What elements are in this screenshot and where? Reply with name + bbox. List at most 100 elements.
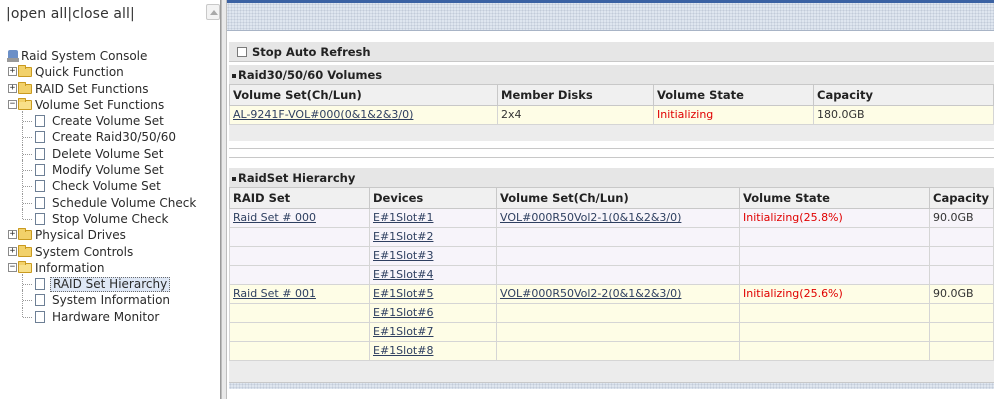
raid-set-link[interactable]: Raid Set # 000 — [233, 211, 316, 224]
tree-item-check-volume-set[interactable]: Check Volume Set — [8, 176, 220, 195]
tree-item-hardware-monitor[interactable]: Hardware Monitor — [8, 306, 220, 325]
open-all-link[interactable]: open all — [11, 6, 68, 22]
collapse-minus-icon[interactable]: − — [8, 99, 17, 109]
device-link[interactable]: E#1Slot#7 — [373, 325, 433, 338]
device-cell[interactable]: E#1Slot#5 — [369, 283, 497, 304]
tree-information[interactable]: − Information — [8, 260, 220, 276]
volume-cell — [496, 302, 740, 323]
device-link[interactable]: E#1Slot#5 — [373, 287, 433, 300]
device-link[interactable]: E#1Slot#6 — [373, 306, 433, 319]
device-cell[interactable]: E#1Slot#2 — [369, 226, 497, 247]
volume-cell[interactable]: AL-9241F-VOL#000(0&1&2&3/0) — [229, 104, 498, 125]
raid-set-cell[interactable]: Raid Set # 000 — [229, 207, 370, 228]
bottom-divider — [229, 382, 994, 389]
tree-guide — [22, 160, 23, 179]
expand-plus-icon[interactable]: + — [8, 67, 17, 77]
page-icon — [35, 147, 45, 160]
folder-icon — [18, 81, 32, 94]
volume-cell — [496, 264, 740, 285]
device-cell[interactable]: E#1Slot#4 — [369, 264, 497, 285]
capacity-cell: 180.0GB — [813, 104, 994, 125]
device-cell[interactable]: E#1Slot#6 — [369, 302, 497, 323]
device-link[interactable]: E#1Slot#1 — [373, 211, 433, 224]
volume-link[interactable]: VOL#000R50Vol2-2(0&1&2&3/0) — [500, 287, 681, 300]
tree-toolbar: |open all|close all| — [0, 0, 220, 28]
open-folder-icon — [18, 260, 32, 273]
tree-raid-set-functions[interactable]: + RAID Set Functions — [8, 81, 220, 97]
expand-plus-icon[interactable]: + — [8, 246, 17, 256]
expand-plus-icon[interactable]: + — [8, 83, 17, 93]
refresh-panel: Stop Auto Refresh — [229, 42, 994, 62]
tree-item-modify-volume-set[interactable]: Modify Volume Set — [8, 160, 220, 179]
page-icon — [35, 115, 45, 128]
volume-cell — [496, 321, 740, 342]
tree-label: Create Volume Set — [52, 114, 164, 129]
volume-state-cell — [739, 226, 930, 247]
tree-quick-function[interactable]: + Quick Function — [8, 64, 220, 80]
volume-state-cell — [739, 245, 930, 266]
scroll-up-arrow[interactable] — [206, 4, 220, 20]
volume-cell — [496, 245, 740, 266]
tree-item-raid-set-hierarchy[interactable]: RAID Set Hierarchy — [8, 274, 220, 293]
tree-guide — [22, 208, 23, 219]
menu-tree: Raid System Console + Quick Function + R… — [7, 48, 220, 325]
raid-set-cell — [229, 245, 370, 266]
open-close-links: |open all|close all| — [6, 6, 135, 22]
column-header: Volume Set(Ch/Lun) — [496, 188, 740, 209]
capacity-cell — [929, 340, 994, 361]
table-row: Raid Set # 000 E#1Slot#1 VOL#000R50Vol2-… — [229, 207, 994, 228]
tree-guide — [22, 111, 23, 130]
tree-label: Stop Volume Check — [52, 211, 169, 226]
table-row: E#1Slot#7 — [229, 321, 994, 342]
tree-system-controls[interactable]: + System Controls — [8, 244, 220, 260]
tree-label: Volume Set Functions — [35, 97, 165, 112]
tree-guide — [23, 121, 32, 123]
expand-plus-icon[interactable]: + — [8, 230, 17, 240]
volume-cell[interactable]: VOL#000R50Vol2-2(0&1&2&3/0) — [496, 283, 740, 304]
device-link[interactable]: E#1Slot#8 — [373, 344, 433, 357]
raid-set-link[interactable]: Raid Set # 001 — [233, 287, 316, 300]
stop-auto-refresh-label: Stop Auto Refresh — [252, 45, 371, 59]
tree-item-create-volume-set[interactable]: Create Volume Set — [8, 111, 220, 130]
raid-set-cell[interactable]: Raid Set # 001 — [229, 283, 370, 304]
raid-set-cell — [229, 226, 370, 247]
tree-item-delete-volume-set[interactable]: Delete Volume Set — [8, 143, 220, 162]
tree-guide — [22, 306, 23, 317]
capacity-cell: 90.0GB — [929, 283, 994, 304]
header-banner — [227, 0, 994, 31]
device-cell[interactable]: E#1Slot#1 — [369, 207, 497, 228]
section-title-text: RaidSet Hierarchy — [238, 171, 356, 185]
device-link[interactable]: E#1Slot#2 — [373, 230, 433, 243]
volume-link[interactable]: VOL#000R50Vol2-1(0&1&2&3/0) — [500, 211, 681, 224]
tree-item-schedule-volume-check[interactable]: Schedule Volume Check — [8, 192, 220, 211]
volume-cell[interactable]: VOL#000R50Vol2-1(0&1&2&3/0) — [496, 207, 740, 228]
folder-icon — [18, 65, 32, 78]
volume-link[interactable]: AL-9241F-VOL#000(0&1&2&3/0) — [233, 108, 413, 121]
close-all-link[interactable]: close all — [72, 6, 130, 22]
device-cell[interactable]: E#1Slot#3 — [369, 245, 497, 266]
table-row: E#1Slot#3 — [229, 245, 994, 266]
volumes-table: Volume Set(Ch/Lun) Member Disks Volume S… — [229, 85, 994, 125]
volumes-panel: Raid30/50/60 Volumes Volume Set(Ch/Lun) … — [229, 65, 994, 141]
tree-guide — [22, 176, 23, 195]
tree-item-stop-volume-check[interactable]: Stop Volume Check — [8, 208, 220, 227]
tree-physical-drives[interactable]: + Physical Drives — [8, 227, 220, 243]
device-link[interactable]: E#1Slot#4 — [373, 268, 433, 281]
tree-guide — [22, 127, 23, 146]
tree-label: Create Raid30/50/60 — [52, 130, 176, 145]
tree-guide — [22, 143, 23, 162]
tree-volume-set-functions[interactable]: − Volume Set Functions — [8, 97, 220, 113]
tree-root[interactable]: Raid System Console — [7, 48, 220, 64]
device-cell[interactable]: E#1Slot#8 — [369, 340, 497, 361]
tree-guide — [23, 170, 32, 172]
tree-item-system-information[interactable]: System Information — [8, 290, 220, 309]
tree-guide — [23, 137, 32, 139]
collapse-minus-icon[interactable]: − — [8, 262, 17, 272]
volume-state-cell: Initializing(25.6%) — [739, 283, 930, 304]
stop-auto-refresh-checkbox[interactable] — [237, 47, 247, 57]
device-link[interactable]: E#1Slot#3 — [373, 249, 433, 262]
hierarchy-section-title: RaidSet Hierarchy — [229, 168, 994, 188]
device-cell[interactable]: E#1Slot#7 — [369, 321, 497, 342]
tree-label: Quick Function — [35, 65, 124, 80]
tree-item-create-raid30-50-60[interactable]: Create Raid30/50/60 — [8, 127, 220, 146]
